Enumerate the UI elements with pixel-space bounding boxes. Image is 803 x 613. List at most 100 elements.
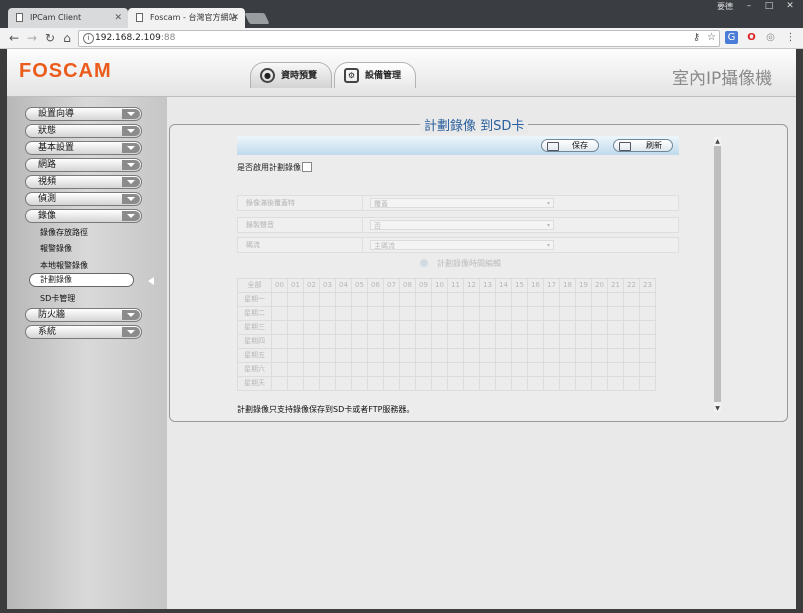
grid-cell[interactable] xyxy=(415,306,432,321)
grid-cell[interactable] xyxy=(447,306,464,321)
grid-hour-header[interactable]: 13 xyxy=(479,278,496,293)
grid-cell[interactable] xyxy=(639,320,656,335)
refresh-button[interactable]: 刷新 xyxy=(613,139,673,152)
grid-cell[interactable] xyxy=(431,334,448,349)
grid-cell[interactable] xyxy=(335,376,352,391)
translate-icon[interactable]: G xyxy=(725,31,738,44)
menu-firewall[interactable]: 防火牆 xyxy=(25,308,142,322)
grid-cell[interactable] xyxy=(495,376,512,391)
audio-select[interactable]: 否 xyxy=(370,220,554,231)
grid-cell[interactable] xyxy=(399,306,416,321)
grid-cell[interactable] xyxy=(319,334,336,349)
grid-cell[interactable] xyxy=(543,306,560,321)
grid-select-all[interactable]: 全部 xyxy=(237,278,272,293)
scrollbar-thumb[interactable] xyxy=(714,146,721,402)
info-icon[interactable]: i xyxy=(83,33,94,44)
grid-day-header[interactable]: 星期四 xyxy=(237,334,272,349)
grid-day-header[interactable]: 星期一 xyxy=(237,292,272,307)
grid-cell[interactable] xyxy=(559,376,576,391)
grid-cell[interactable] xyxy=(543,334,560,349)
close-tab-icon[interactable]: ✕ xyxy=(231,8,239,28)
grid-cell[interactable] xyxy=(511,376,528,391)
grid-cell[interactable] xyxy=(607,376,624,391)
grid-cell[interactable] xyxy=(383,292,400,307)
grid-cell[interactable] xyxy=(367,306,384,321)
grid-hour-header[interactable]: 06 xyxy=(367,278,384,293)
opera-icon[interactable]: O xyxy=(745,31,758,44)
grid-hour-header[interactable]: 19 xyxy=(575,278,592,293)
grid-cell[interactable] xyxy=(623,306,640,321)
grid-cell[interactable] xyxy=(399,334,416,349)
close-tab-icon[interactable]: ✕ xyxy=(114,8,122,28)
grid-cell[interactable] xyxy=(271,362,288,377)
grid-cell[interactable] xyxy=(303,348,320,363)
grid-cell[interactable] xyxy=(591,292,608,307)
grid-cell[interactable] xyxy=(383,306,400,321)
grid-cell[interactable] xyxy=(495,348,512,363)
grid-cell[interactable] xyxy=(399,362,416,377)
browser-tab-ipcam[interactable]: IPCam Client ✕ xyxy=(8,8,128,28)
grid-cell[interactable] xyxy=(463,348,480,363)
grid-cell[interactable] xyxy=(303,334,320,349)
grid-cell[interactable] xyxy=(639,376,656,391)
grid-cell[interactable] xyxy=(623,362,640,377)
grid-cell[interactable] xyxy=(447,320,464,335)
overwrite-select[interactable]: 覆蓋 xyxy=(370,198,554,209)
grid-cell[interactable] xyxy=(527,334,544,349)
grid-hour-header[interactable]: 08 xyxy=(399,278,416,293)
grid-cell[interactable] xyxy=(287,306,304,321)
grid-cell[interactable] xyxy=(575,376,592,391)
grid-hour-header[interactable]: 17 xyxy=(543,278,560,293)
grid-cell[interactable] xyxy=(447,348,464,363)
grid-cell[interactable] xyxy=(415,320,432,335)
grid-cell[interactable] xyxy=(447,292,464,307)
grid-day-header[interactable]: 星期五 xyxy=(237,348,272,363)
grid-cell[interactable] xyxy=(559,320,576,335)
browser-tab-foscam[interactable]: Foscam - 台灣官方網站 ✕ xyxy=(128,8,245,28)
grid-hour-header[interactable]: 01 xyxy=(287,278,304,293)
key-icon[interactable]: ⚷ xyxy=(690,31,703,44)
grid-cell[interactable] xyxy=(319,348,336,363)
grid-cell[interactable] xyxy=(463,292,480,307)
grid-hour-header[interactable]: 18 xyxy=(559,278,576,293)
submenu-local-alarm-record[interactable]: 本地報警錄像 xyxy=(40,260,88,271)
submenu-sd-card[interactable]: SD卡管理 xyxy=(40,293,75,304)
grid-cell[interactable] xyxy=(415,334,432,349)
menu-network[interactable]: 網路 xyxy=(25,158,142,172)
save-button[interactable]: 保存 xyxy=(541,139,599,152)
grid-cell[interactable] xyxy=(591,348,608,363)
grid-cell[interactable] xyxy=(351,348,368,363)
grid-cell[interactable] xyxy=(639,334,656,349)
enable-schedule-checkbox[interactable] xyxy=(302,162,312,172)
forward-icon[interactable]: → xyxy=(24,30,40,46)
schedule-grid[interactable]: 全部 00 01 02 03 04 05 06 07 08 09 10 11 12 13 14 15 16 17 18… xyxy=(237,278,656,391)
grid-hour-header[interactable]: 11 xyxy=(447,278,464,293)
grid-cell[interactable] xyxy=(367,320,384,335)
submenu-alarm-record[interactable]: 報警錄像 xyxy=(40,243,72,254)
grid-hour-header[interactable]: 22 xyxy=(623,278,640,293)
grid-cell[interactable] xyxy=(463,362,480,377)
grid-cell[interactable] xyxy=(319,306,336,321)
grid-cell[interactable] xyxy=(479,334,496,349)
grid-cell[interactable] xyxy=(415,348,432,363)
grid-cell[interactable] xyxy=(399,320,416,335)
grid-cell[interactable] xyxy=(287,362,304,377)
grid-hour-header[interactable]: 04 xyxy=(335,278,352,293)
grid-cell[interactable] xyxy=(495,306,512,321)
grid-cell[interactable] xyxy=(479,362,496,377)
grid-cell[interactable] xyxy=(383,334,400,349)
profile-button[interactable]: 要德 xyxy=(712,0,738,13)
grid-cell[interactable] xyxy=(623,292,640,307)
grid-hour-header[interactable]: 21 xyxy=(607,278,624,293)
grid-cell[interactable] xyxy=(543,320,560,335)
grid-hour-header[interactable]: 20 xyxy=(591,278,608,293)
tab-device-management[interactable]: ⚙ 設備管理 xyxy=(334,62,416,88)
grid-cell[interactable] xyxy=(367,292,384,307)
grid-cell[interactable] xyxy=(479,306,496,321)
grid-cell[interactable] xyxy=(607,362,624,377)
grid-cell[interactable] xyxy=(319,292,336,307)
grid-hour-header[interactable]: 10 xyxy=(431,278,448,293)
grid-cell[interactable] xyxy=(287,376,304,391)
grid-cell[interactable] xyxy=(559,306,576,321)
grid-cell[interactable] xyxy=(623,348,640,363)
